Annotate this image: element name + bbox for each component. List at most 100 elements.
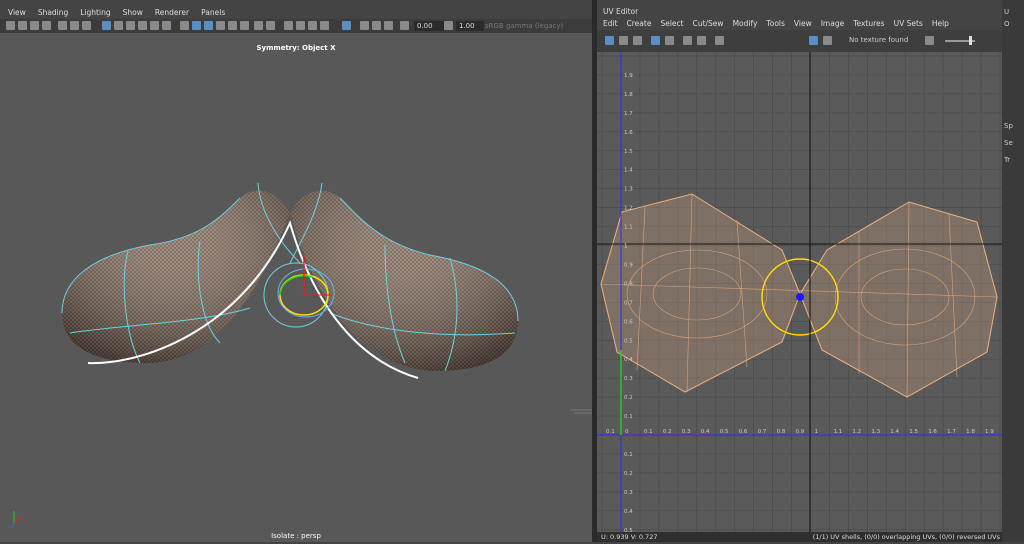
uv-menu-edit[interactable]: Edit bbox=[597, 17, 621, 30]
smooth-shade-icon[interactable] bbox=[192, 21, 201, 30]
v-tick-label: 1.1 bbox=[624, 225, 633, 231]
v-tick-label: 0.8 bbox=[624, 281, 633, 287]
uv-canvas[interactable]: 0.1 0 0.1 0.2 0.3 0.4 0.5 0.6 0.7 0.8 0.9 1 1.1 1.2 1.… bbox=[597, 52, 1002, 532]
viewport-3d[interactable] bbox=[0, 33, 592, 542]
panel-letter: Sp bbox=[1004, 122, 1013, 130]
exposure-field[interactable]: 0.00 bbox=[414, 21, 444, 31]
v-tick-label-neg: 0.2 bbox=[624, 471, 633, 477]
menu-shading[interactable]: Shading bbox=[30, 7, 72, 19]
uv-menu-tools[interactable]: Tools bbox=[760, 17, 787, 30]
uv-exposure-icon[interactable] bbox=[925, 36, 934, 45]
v-tick-label: 1.3 bbox=[624, 187, 633, 193]
uv-menu-uvsets[interactable]: UV Sets bbox=[888, 17, 926, 30]
uv-menu-help[interactable]: Help bbox=[926, 17, 952, 30]
u-tick-label: 1.8 bbox=[966, 429, 975, 435]
display-icon[interactable] bbox=[384, 21, 393, 30]
ambient-occlusion-icon[interactable] bbox=[254, 21, 263, 30]
u-tick-label: 1.2 bbox=[852, 429, 861, 435]
menu-panels[interactable]: Panels bbox=[193, 7, 229, 19]
texture-status[interactable]: No texture found bbox=[849, 36, 908, 44]
wireframe-icon[interactable] bbox=[102, 21, 111, 30]
mesh-object[interactable] bbox=[61, 182, 519, 379]
v-tick-label: 0.3 bbox=[624, 376, 633, 382]
v-tick-label: 1.5 bbox=[624, 149, 633, 155]
u-tick-label: 0.6 bbox=[739, 429, 748, 435]
uv-shaded-icon[interactable] bbox=[633, 36, 642, 45]
wireframe-on-shaded-icon[interactable] bbox=[204, 21, 213, 30]
bookmark-icon[interactable] bbox=[30, 21, 39, 30]
backface-icon[interactable] bbox=[372, 21, 381, 30]
depth-of-field-icon[interactable] bbox=[296, 21, 305, 30]
v-tick-label: 1.2 bbox=[624, 206, 633, 212]
v-tick-label: 0.9 bbox=[624, 262, 633, 268]
anti-alias-icon[interactable] bbox=[284, 21, 293, 30]
field-chart-icon[interactable] bbox=[126, 21, 135, 30]
uv-pixel-snap-icon[interactable] bbox=[697, 36, 706, 45]
select-camera-icon[interactable] bbox=[6, 21, 15, 30]
exposure-icon[interactable] bbox=[400, 21, 409, 30]
v-tick-label: 0.2 bbox=[624, 395, 633, 401]
menu-view[interactable]: View bbox=[0, 7, 30, 19]
u-tick-label: 0.5 bbox=[720, 429, 729, 435]
motion-blur-icon[interactable] bbox=[266, 21, 275, 30]
xray-active-icon[interactable] bbox=[360, 21, 369, 30]
viewport-menubar: View Shading Lighting Show Renderer Pane… bbox=[0, 7, 592, 19]
image-plane-icon[interactable] bbox=[42, 21, 51, 30]
uv-exposure-slider-handle[interactable] bbox=[969, 36, 972, 45]
textured-icon[interactable] bbox=[216, 21, 225, 30]
v-tick-label-neg: 0.3 bbox=[624, 490, 633, 496]
v-tick-label: 1 bbox=[624, 244, 628, 250]
uv-menu-modify[interactable]: Modify bbox=[727, 17, 761, 30]
uv-snapshot-icon[interactable] bbox=[715, 36, 724, 45]
uv-menu-view[interactable]: View bbox=[788, 17, 815, 30]
gamma-field[interactable]: 1.00 bbox=[456, 21, 484, 31]
menu-lighting[interactable]: Lighting bbox=[72, 7, 114, 19]
u-tick-label: 0.8 bbox=[777, 429, 786, 435]
color-space-label[interactable]: sRGB gamma (legacy) bbox=[485, 21, 563, 31]
u-tick-label: 0.2 bbox=[663, 429, 672, 435]
uv-editor-toolbar: No texture found bbox=[597, 30, 1002, 52]
uv-checker-pattern-icon[interactable] bbox=[823, 36, 832, 45]
panel-letter: U bbox=[1004, 8, 1010, 16]
gamma-icon[interactable] bbox=[444, 21, 453, 30]
uv-checker-icon[interactable] bbox=[665, 36, 674, 45]
uv-display-grid-icon[interactable] bbox=[683, 36, 692, 45]
menu-show[interactable]: Show bbox=[115, 7, 147, 19]
uv-menu-textures[interactable]: Textures bbox=[847, 17, 887, 30]
uv-menu-select[interactable]: Select bbox=[654, 17, 686, 30]
u-tick-label: 0.3 bbox=[682, 429, 691, 435]
v-tick-label: 0.6 bbox=[624, 319, 633, 325]
uv-texture-borders-icon[interactable] bbox=[651, 36, 660, 45]
isolate-select-icon[interactable] bbox=[308, 21, 317, 30]
u-tick-label: 1.3 bbox=[871, 429, 880, 435]
menu-renderer[interactable]: Renderer bbox=[147, 7, 193, 19]
v-tick-label: 1.4 bbox=[624, 168, 633, 174]
grid-icon[interactable] bbox=[58, 21, 67, 30]
camera-attributes-icon[interactable] bbox=[18, 21, 27, 30]
u-tick-label: 1.9 bbox=[985, 429, 994, 435]
safe-action-icon[interactable] bbox=[138, 21, 147, 30]
panel-letter: O bbox=[1004, 20, 1010, 28]
uv-menu-create[interactable]: Create bbox=[621, 17, 655, 30]
uv-menu-cutsew[interactable]: Cut/Sew bbox=[687, 17, 727, 30]
xray-joints-icon[interactable] bbox=[342, 21, 351, 30]
attribute-panel-strip: U O Sp Se Tr bbox=[1002, 0, 1024, 542]
wireframe-mode-icon[interactable] bbox=[180, 21, 189, 30]
safe-title-icon[interactable] bbox=[150, 21, 159, 30]
u-tick-label: 0.7 bbox=[758, 429, 767, 435]
uv-menu-image[interactable]: Image bbox=[815, 17, 848, 30]
viewport-toolbar: 0.00 1.00 sRGB gamma (legacy) bbox=[0, 19, 592, 33]
camera-label: Isolate : persp bbox=[271, 532, 321, 540]
resolution-gate-icon[interactable] bbox=[82, 21, 91, 30]
gate-mask-icon[interactable] bbox=[114, 21, 123, 30]
shadows-icon[interactable] bbox=[240, 21, 249, 30]
film-gate-icon[interactable] bbox=[70, 21, 79, 30]
use-lights-icon[interactable] bbox=[228, 21, 237, 30]
v-tick-label: 0.1 bbox=[624, 414, 633, 420]
uv-grid-icon[interactable] bbox=[605, 36, 614, 45]
u-tick-label: 1.1 bbox=[833, 429, 842, 435]
xray-icon[interactable] bbox=[320, 21, 329, 30]
text-overlay-icon[interactable] bbox=[162, 21, 171, 30]
uv-distortion-icon[interactable] bbox=[619, 36, 628, 45]
uv-image-display-icon[interactable] bbox=[809, 36, 818, 45]
